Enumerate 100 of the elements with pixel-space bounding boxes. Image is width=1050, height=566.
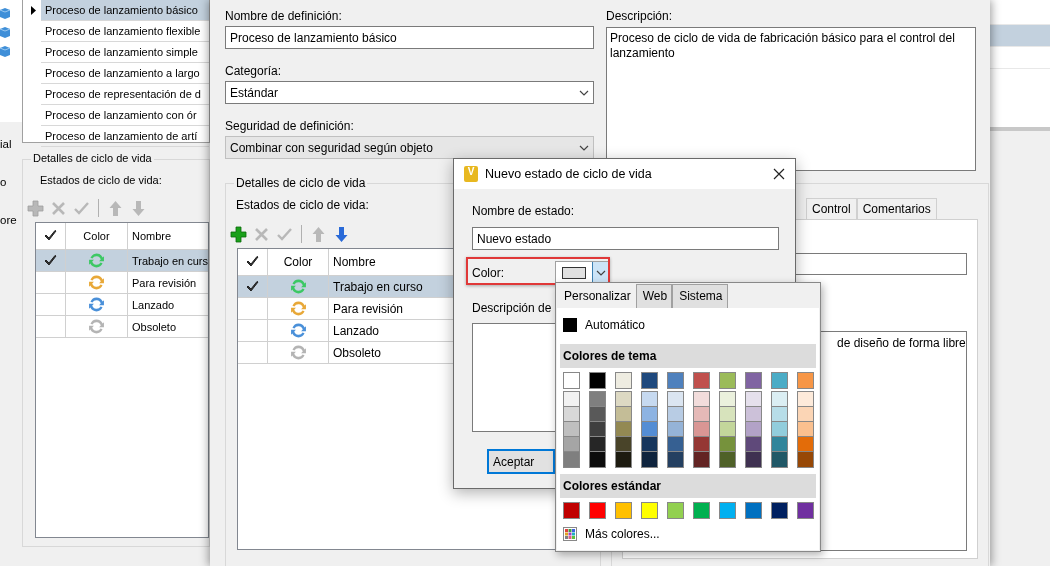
color-swatch[interactable] (772, 422, 787, 437)
color-swatch[interactable] (564, 422, 579, 437)
column-header[interactable]: Nombre (333, 255, 376, 269)
color-swatch[interactable] (616, 392, 631, 407)
color-swatch[interactable] (616, 422, 631, 437)
accept-button[interactable]: Aceptar (487, 449, 555, 474)
color-swatch[interactable] (772, 392, 787, 407)
color-swatch[interactable] (694, 422, 709, 437)
list-item[interactable]: Proceso de lanzamiento a largo (41, 63, 209, 84)
color-swatch[interactable] (772, 437, 787, 452)
color-swatch[interactable] (771, 502, 788, 519)
color-swatch[interactable] (563, 372, 580, 389)
table-row[interactable]: Obsoleto (36, 316, 208, 338)
color-swatch[interactable] (771, 372, 788, 389)
table-row[interactable]: Para revisión (36, 272, 208, 294)
table-row[interactable]: Trabajo en curs (36, 250, 208, 272)
color-swatch[interactable] (720, 437, 735, 452)
color-swatch[interactable] (797, 502, 814, 519)
color-swatch[interactable] (616, 437, 631, 452)
color-swatch[interactable] (564, 392, 579, 407)
tab[interactable]: Comentarios (856, 198, 937, 219)
color-swatch[interactable] (615, 502, 632, 519)
color-swatch[interactable] (746, 422, 761, 437)
tab[interactable]: Sistema (672, 284, 728, 308)
category-dropdown[interactable]: Estándar (225, 81, 594, 104)
color-swatch[interactable] (563, 502, 580, 519)
color-swatch[interactable] (564, 452, 579, 467)
arrow-down-icon[interactable] (333, 225, 350, 243)
color-swatch[interactable] (797, 372, 814, 389)
color-swatch[interactable] (590, 437, 605, 452)
color-swatch[interactable] (564, 407, 579, 422)
tab[interactable]: Control (806, 198, 857, 219)
list-row[interactable] (990, 25, 1050, 47)
color-swatch[interactable] (642, 407, 657, 422)
color-swatch[interactable] (590, 392, 605, 407)
list-item[interactable]: Proceso de lanzamiento flexible (41, 21, 209, 42)
more-colors-option[interactable]: Más colores... (560, 527, 816, 541)
color-swatch[interactable] (590, 407, 605, 422)
color-swatch[interactable] (719, 372, 736, 389)
plus-icon[interactable] (230, 225, 247, 243)
color-swatch[interactable] (694, 437, 709, 452)
column-header[interactable]: Color (283, 255, 313, 269)
color-swatch[interactable] (564, 437, 579, 452)
color-swatch[interactable] (589, 372, 606, 389)
color-swatch[interactable] (693, 372, 710, 389)
color-swatch[interactable] (693, 502, 710, 519)
color-swatch[interactable] (642, 437, 657, 452)
color-swatch[interactable] (667, 502, 684, 519)
tab[interactable]: Web (635, 284, 673, 308)
color-swatch[interactable] (641, 502, 658, 519)
color-swatch[interactable] (746, 437, 761, 452)
column-header[interactable]: Color (83, 230, 110, 242)
color-swatch[interactable] (746, 452, 761, 467)
color-swatch[interactable] (746, 407, 761, 422)
color-swatch[interactable] (590, 422, 605, 437)
color-swatch[interactable] (720, 452, 735, 467)
color-swatch[interactable] (720, 392, 735, 407)
color-swatch[interactable] (641, 372, 658, 389)
color-swatch[interactable] (590, 452, 605, 467)
list-item[interactable]: Proceso de representación de d (41, 84, 209, 105)
color-swatch[interactable] (798, 437, 813, 452)
color-swatch[interactable] (694, 407, 709, 422)
color-swatch[interactable] (668, 437, 683, 452)
color-swatch[interactable] (720, 407, 735, 422)
color-swatch[interactable] (745, 372, 762, 389)
color-swatch[interactable] (772, 407, 787, 422)
color-swatch[interactable] (798, 422, 813, 437)
color-swatch[interactable] (798, 407, 813, 422)
list-item[interactable]: Proceso de lanzamiento de artí (41, 126, 209, 147)
color-swatch[interactable] (642, 392, 657, 407)
color-swatch[interactable] (798, 392, 813, 407)
color-swatch[interactable] (616, 452, 631, 467)
color-swatch[interactable] (616, 407, 631, 422)
cube-icon (0, 27, 10, 38)
field-label: Seguridad de definición: (225, 118, 355, 135)
color-swatch[interactable] (719, 502, 736, 519)
color-swatch[interactable] (668, 422, 683, 437)
color-swatch[interactable] (642, 422, 657, 437)
name-input[interactable]: Proceso de lanzamiento básico (225, 26, 594, 49)
color-swatch[interactable] (746, 392, 761, 407)
color-swatch[interactable] (694, 392, 709, 407)
color-swatch[interactable] (642, 452, 657, 467)
close-icon[interactable] (773, 168, 785, 180)
list-item[interactable]: Proceso de lanzamiento con ór (41, 105, 209, 126)
color-swatch[interactable] (798, 452, 813, 467)
list-item[interactable]: Proceso de lanzamiento simple (41, 42, 209, 63)
color-swatch[interactable] (615, 372, 632, 389)
table-row[interactable]: Lanzado (36, 294, 208, 316)
color-swatch[interactable] (668, 407, 683, 422)
color-swatch[interactable] (720, 422, 735, 437)
table-cell: Lanzado (333, 323, 380, 338)
color-swatch[interactable] (694, 452, 709, 467)
column-header[interactable]: Nombre (132, 230, 172, 242)
color-swatch[interactable] (668, 392, 683, 407)
color-swatch[interactable] (589, 502, 606, 519)
state-name-input[interactable]: Nuevo estado (472, 227, 779, 250)
color-swatch[interactable] (668, 452, 683, 467)
color-swatch[interactable] (772, 452, 787, 467)
color-swatch[interactable] (667, 372, 684, 389)
color-swatch[interactable] (745, 502, 762, 519)
